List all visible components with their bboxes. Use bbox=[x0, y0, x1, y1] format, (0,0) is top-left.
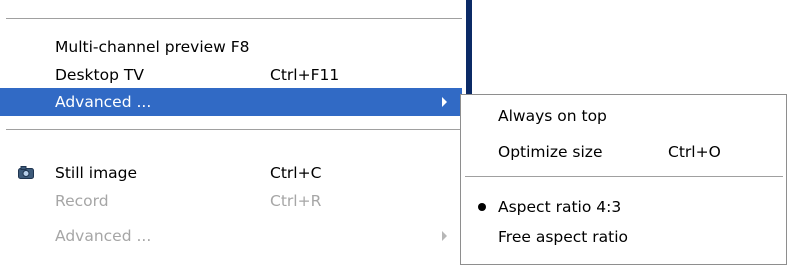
menu-item-multi-channel-preview[interactable]: Multi-channel preview F8 bbox=[0, 33, 462, 61]
menu-item-desktop-tv[interactable]: Desktop TV Ctrl+F11 bbox=[0, 61, 462, 89]
menu-item-record[interactable]: Record Ctrl+R bbox=[0, 187, 462, 215]
submenu-arrow-icon bbox=[442, 231, 447, 241]
submenu-item-optimize-size[interactable]: Optimize size Ctrl+O bbox=[461, 138, 786, 166]
menu-item-advanced-disabled[interactable]: Advanced ... bbox=[0, 222, 462, 250]
submenu-item-aspect-ratio-4-3[interactable]: Aspect ratio 4:3 bbox=[461, 193, 786, 221]
menu-item-shortcut: Ctrl+F11 bbox=[270, 66, 340, 84]
menu-item-label: Multi-channel preview F8 bbox=[55, 38, 250, 56]
menu-item-label: Still image bbox=[55, 164, 138, 182]
menu-separator-top bbox=[6, 18, 462, 20]
menu-item-label: Optimize size bbox=[498, 143, 603, 161]
advanced-submenu: Always on top Optimize size Ctrl+O Aspec… bbox=[460, 94, 787, 265]
menu-item-label: Aspect ratio 4:3 bbox=[498, 198, 622, 216]
menu-item-label: Advanced ... bbox=[55, 93, 152, 111]
menu-item-shortcut: Ctrl+R bbox=[270, 192, 322, 210]
context-menu: Multi-channel preview F8 Desktop TV Ctrl… bbox=[0, 0, 466, 265]
menu-item-still-image[interactable]: Still image Ctrl+C bbox=[0, 159, 462, 187]
camera-icon bbox=[18, 166, 34, 179]
menu-item-label: Record bbox=[55, 192, 109, 210]
menu-item-label: Free aspect ratio bbox=[498, 228, 629, 246]
menu-item-advanced[interactable]: Advanced ... bbox=[0, 88, 462, 116]
radio-bullet-icon bbox=[478, 203, 486, 211]
submenu-arrow-icon bbox=[442, 97, 447, 107]
menu-item-label: Advanced ... bbox=[55, 227, 152, 245]
menu-item-shortcut: Ctrl+C bbox=[270, 164, 322, 182]
submenu-item-always-on-top[interactable]: Always on top bbox=[461, 102, 786, 130]
menu-item-shortcut: Ctrl+O bbox=[668, 143, 721, 161]
menu-item-label: Always on top bbox=[498, 107, 607, 125]
menu-separator bbox=[6, 129, 462, 131]
video-window-area bbox=[470, 0, 787, 94]
submenu-separator bbox=[465, 176, 783, 178]
submenu-item-free-aspect-ratio[interactable]: Free aspect ratio bbox=[461, 223, 786, 251]
menu-item-label: Desktop TV bbox=[55, 66, 144, 84]
